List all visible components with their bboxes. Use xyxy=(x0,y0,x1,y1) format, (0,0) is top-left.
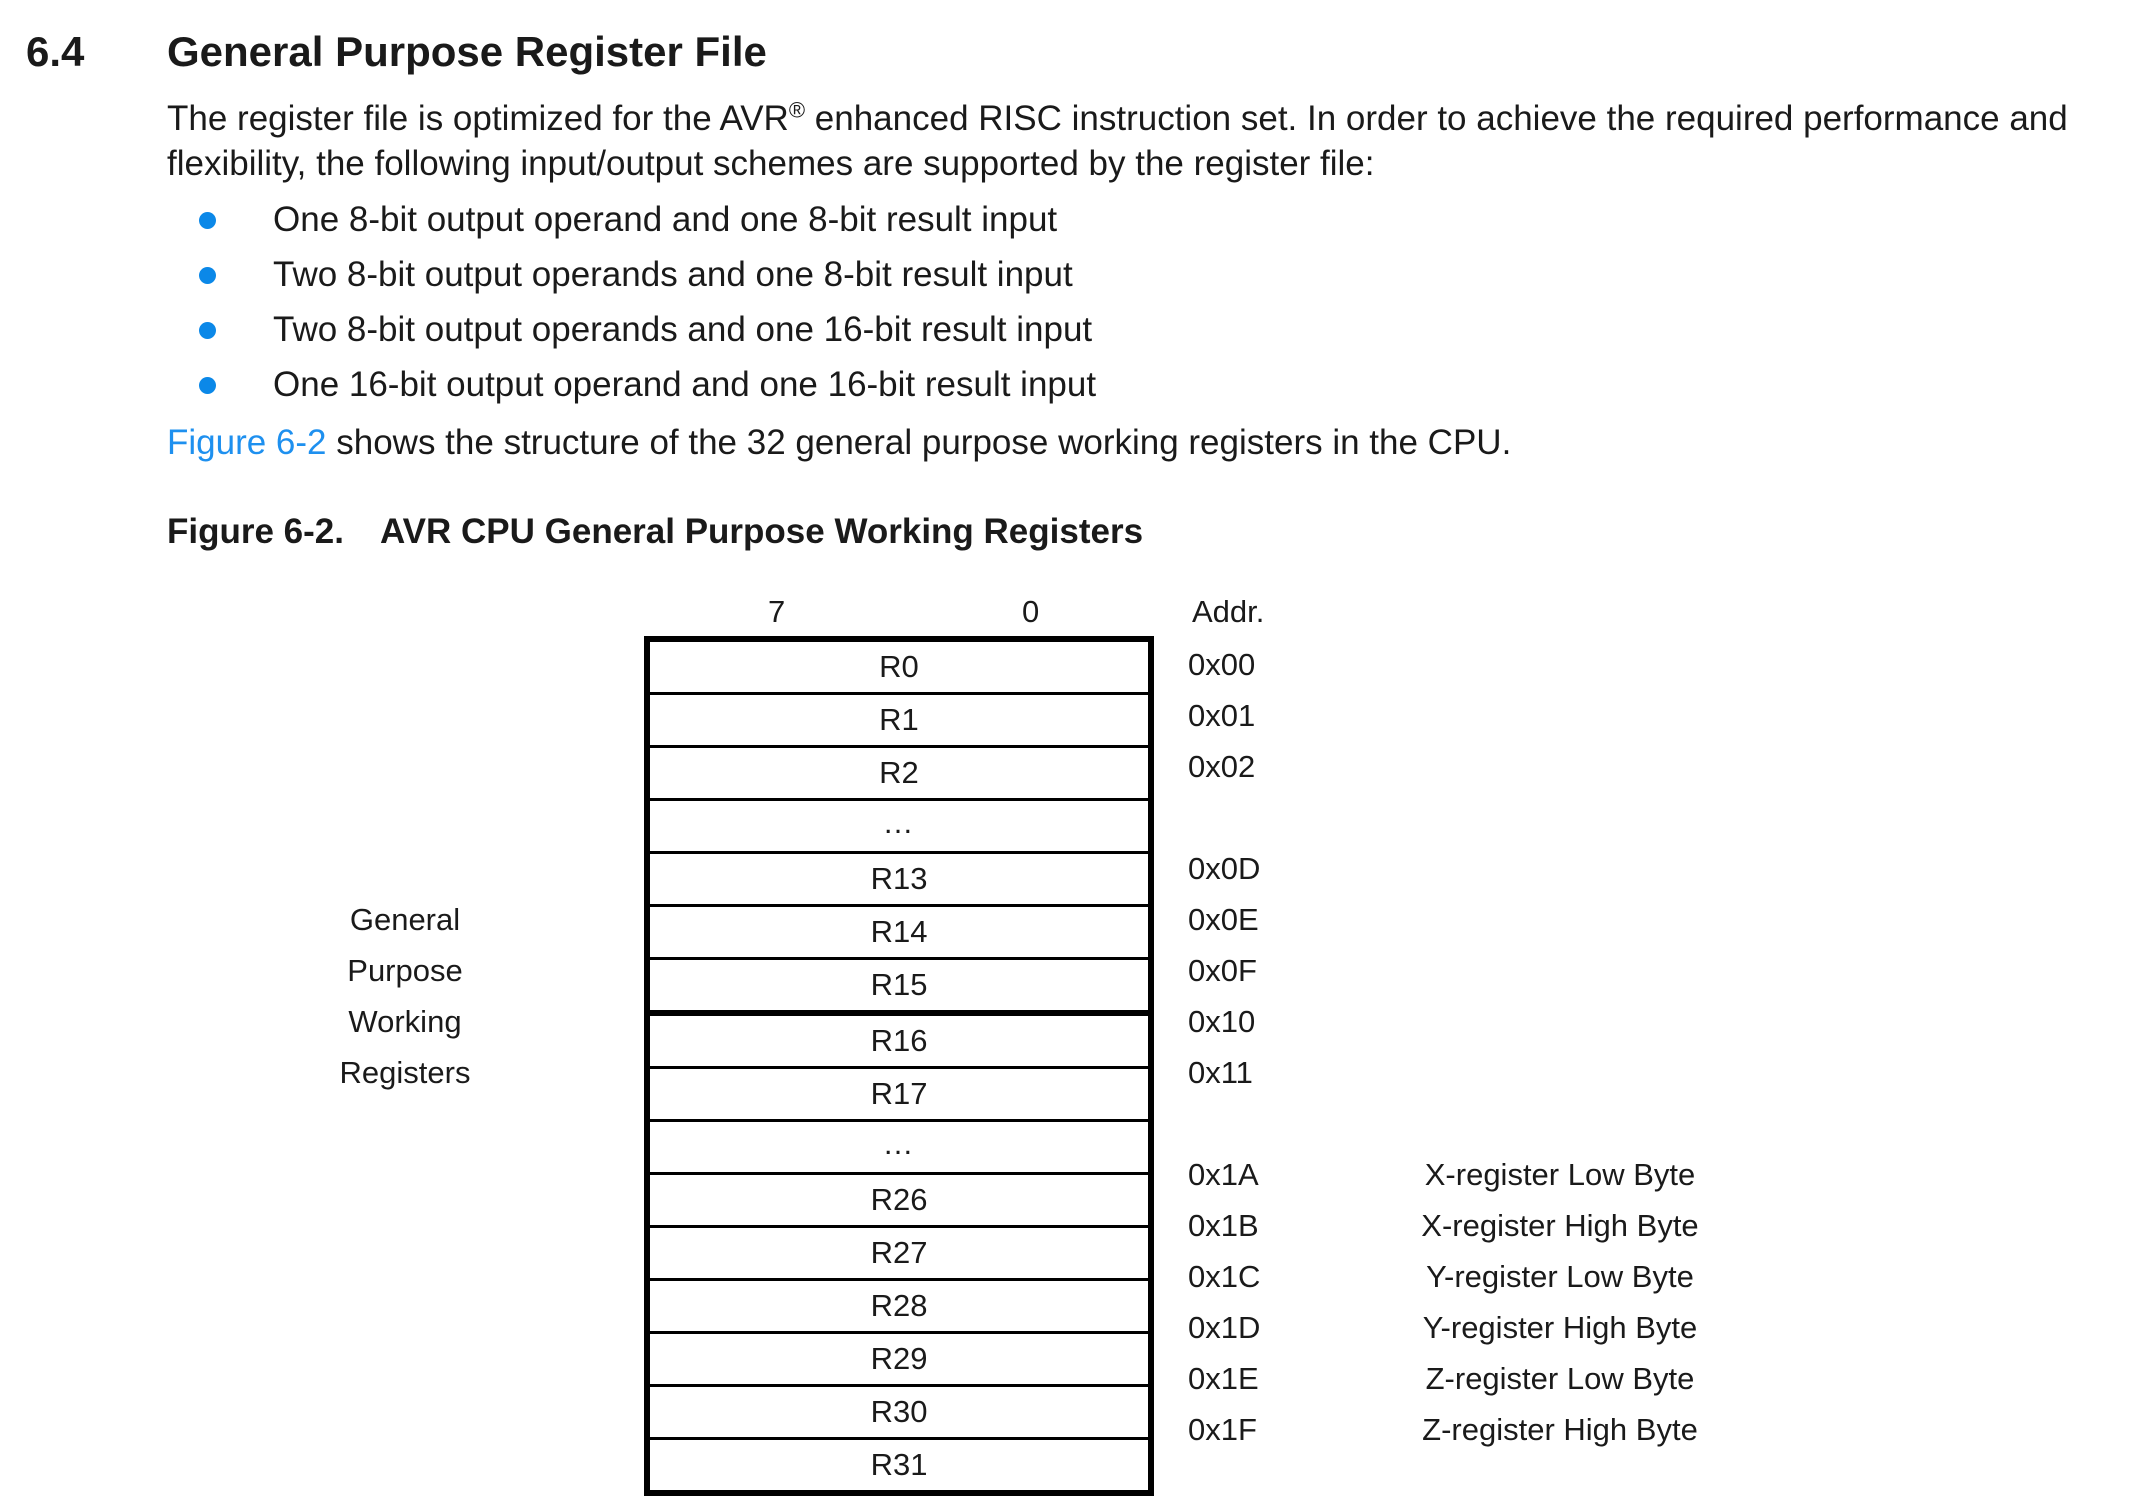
scheme-list: One 8-bit output operand and one 8-bit r… xyxy=(167,192,1096,412)
address-value: 0x02 xyxy=(1188,749,1256,784)
address-value: 0x1D xyxy=(1188,1310,1261,1345)
bit-7-label: 7 xyxy=(768,594,786,629)
register-cell: R28 xyxy=(650,1281,1148,1334)
figure-reference-sentence: Figure 6-2 shows the structure of the 32… xyxy=(167,423,1512,462)
register-cell: R17 xyxy=(650,1069,1148,1122)
intro-paragraph: The register file is optimized for the A… xyxy=(167,96,2127,186)
register-cell: R26 xyxy=(650,1175,1148,1228)
register-cell: R27 xyxy=(650,1228,1148,1281)
side-label-line: General xyxy=(349,902,461,937)
pointer-register-description: Z-register High Byte xyxy=(1422,1412,1698,1447)
register-cell: R31 xyxy=(870,1447,928,1482)
intro-text-1: The register file is optimized for the A… xyxy=(167,99,789,138)
register-cell: R13 xyxy=(650,854,1148,907)
pointer-register-description: X-register Low Byte xyxy=(1424,1157,1696,1192)
address-value: 0x0F xyxy=(1188,953,1257,988)
address-value: 0x11 xyxy=(1188,1055,1253,1090)
address-value: 0x1C xyxy=(1188,1259,1261,1294)
bullet-icon xyxy=(199,322,216,339)
address-value: 0x0D xyxy=(1188,851,1261,886)
address-value: 0x1B xyxy=(1188,1208,1259,1243)
list-item: One 8-bit output operand and one 8-bit r… xyxy=(167,192,1096,247)
register-cell: R15 xyxy=(650,960,1148,1016)
register-cell: R0 xyxy=(650,642,1148,695)
figure-caption: Figure 6-2. AVR CPU General Purpose Worki… xyxy=(167,512,1143,552)
section-number: 6.4 xyxy=(26,28,85,75)
register-cell: R16 xyxy=(650,1016,1148,1069)
bit-0-label: 0 xyxy=(1022,594,1040,629)
side-label-line: Purpose xyxy=(347,953,463,988)
register-cell: R2 xyxy=(650,748,1148,801)
register-ellipsis: … xyxy=(650,801,1148,854)
section-title: General Purpose Register File xyxy=(167,28,767,75)
address-value: 0x00 xyxy=(1188,647,1256,682)
bullet-icon xyxy=(199,267,216,284)
list-item: Two 8-bit output operands and one 8-bit … xyxy=(167,247,1096,302)
figure-caption-title: AVR CPU General Purpose Working Register… xyxy=(379,512,1144,551)
list-item: One 16-bit output operand and one 16-bit… xyxy=(167,357,1096,412)
register-cell: R1 xyxy=(650,695,1148,748)
bullet-icon xyxy=(199,212,216,229)
address-value: 0x0E xyxy=(1188,902,1259,937)
register-table: R0 R1 R2 … R13 R14 R15 R16 R17 … R26 R27… xyxy=(644,636,1154,1496)
pointer-register-description: Y-register High Byte xyxy=(1422,1310,1698,1345)
address-value: 0x1A xyxy=(1188,1157,1259,1192)
bullet-icon xyxy=(199,377,216,394)
pointer-register-description: Z-register Low Byte xyxy=(1425,1361,1695,1396)
registered-mark: ® xyxy=(788,97,806,123)
address-value: 0x1F xyxy=(1188,1412,1257,1447)
address-value: 0x01 xyxy=(1188,698,1256,733)
side-label-line: Working xyxy=(348,1004,462,1039)
register-cell: R30 xyxy=(650,1387,1148,1440)
side-label-line: Registers xyxy=(339,1055,471,1090)
address-value: 0x1E xyxy=(1188,1361,1259,1396)
list-item: Two 8-bit output operands and one 16-bit… xyxy=(167,302,1096,357)
address-header: Addr. xyxy=(1192,594,1265,629)
pointer-register-description: Y-register Low Byte xyxy=(1426,1259,1694,1294)
address-value: 0x10 xyxy=(1188,1004,1256,1039)
figure-caption-number: Figure 6-2. xyxy=(167,512,344,551)
pointer-register-description: X-register High Byte xyxy=(1421,1208,1699,1243)
register-ellipsis: … xyxy=(650,1122,1148,1175)
register-cell: R14 xyxy=(650,907,1148,960)
register-cell: R29 xyxy=(650,1334,1148,1387)
figure-link[interactable]: Figure 6-2 xyxy=(167,423,327,462)
